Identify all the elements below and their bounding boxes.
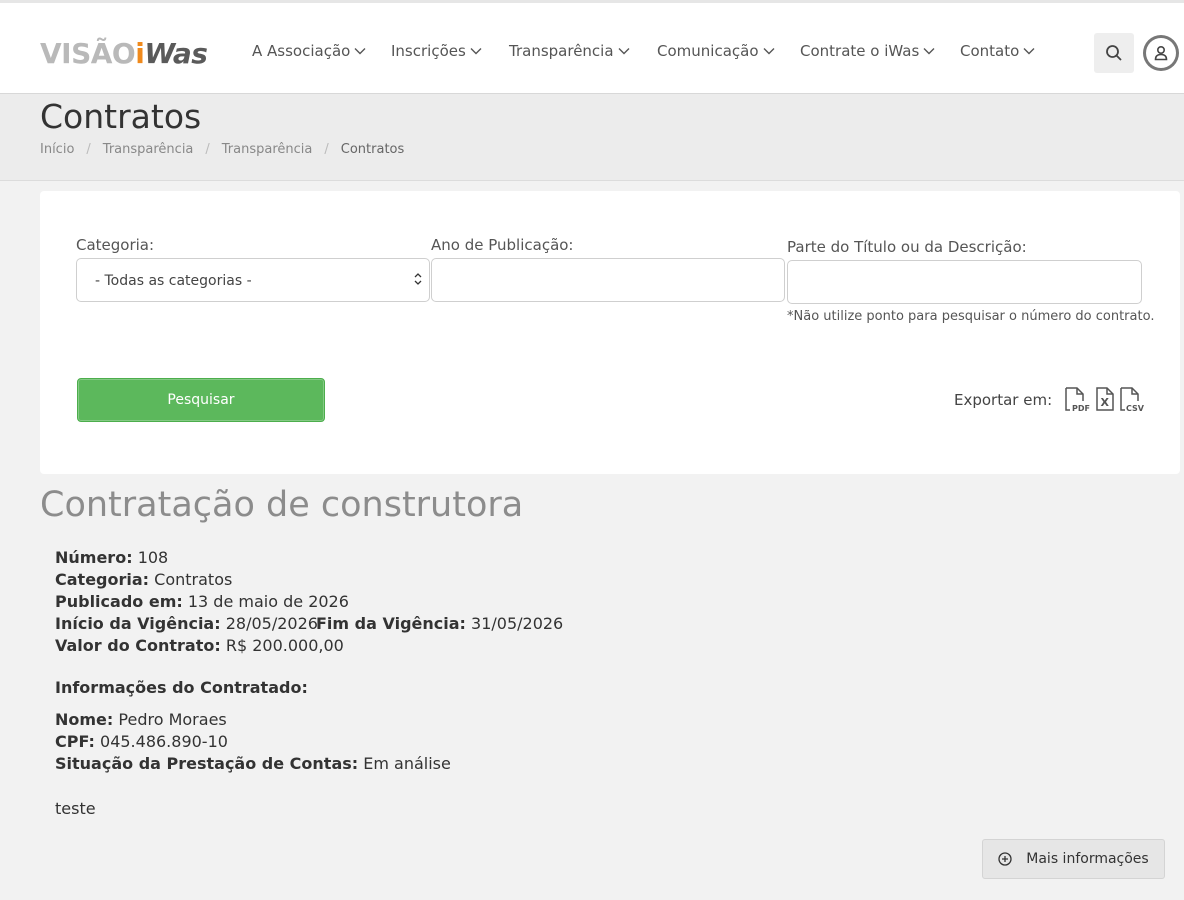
user-menu-button[interactable] bbox=[1143, 35, 1179, 71]
contract-fim: Fim da Vigência: 31/05/2026 bbox=[316, 614, 563, 633]
breadcrumb-separator: / bbox=[324, 142, 329, 157]
publicado-value: 13 de maio de 2026 bbox=[187, 592, 349, 611]
category-selected-value: - Todas as categorias - bbox=[95, 273, 252, 289]
export-xls-text: X bbox=[1101, 396, 1110, 409]
chevron-down-icon bbox=[923, 48, 935, 55]
categoria-label: Categoria: bbox=[55, 570, 150, 589]
logo-text-i: i bbox=[135, 37, 145, 70]
search-hint: *Não utilize ponto para pesquisar o núme… bbox=[787, 309, 1155, 324]
category-select[interactable]: - Todas as categorias - bbox=[76, 258, 430, 302]
contract-numero: Número: 108 bbox=[55, 548, 168, 567]
situacao-value: Em análise bbox=[363, 754, 451, 773]
nav-item-label: A Associação bbox=[252, 42, 351, 60]
contract-publicado: Publicado em: 13 de maio de 2026 bbox=[55, 592, 349, 611]
search-button[interactable] bbox=[1094, 33, 1134, 73]
nav-item-contrate[interactable]: Contrate o iWas bbox=[800, 42, 935, 60]
chevron-down-icon bbox=[1023, 48, 1035, 55]
contract-categoria: Categoria: Contratos bbox=[55, 570, 232, 589]
fim-label: Fim da Vigência: bbox=[316, 614, 466, 633]
contract-inicio: Início da Vigência: 28/05/2026 bbox=[55, 614, 318, 633]
category-label: Categoria: bbox=[76, 236, 155, 254]
nav-item-a-associacao[interactable]: A Associação bbox=[252, 42, 366, 60]
nav-item-comunicacao[interactable]: Comunicação bbox=[657, 42, 775, 60]
select-arrow-icon bbox=[414, 273, 422, 285]
nav-item-label: Comunicação bbox=[657, 42, 759, 60]
fim-value: 31/05/2026 bbox=[471, 614, 564, 633]
breadcrumb-inicio[interactable]: Início bbox=[40, 142, 74, 157]
categoria-value: Contratos bbox=[154, 570, 233, 589]
nav-item-inscricoes[interactable]: Inscrições bbox=[391, 42, 482, 60]
contratado-heading-text: Informações do Contratado: bbox=[55, 678, 308, 697]
chevron-down-icon bbox=[354, 48, 366, 55]
avatar bbox=[1146, 38, 1176, 68]
contract-valor: Valor do Contrato: R$ 200.000,00 bbox=[55, 636, 344, 655]
breadcrumb-transparencia-2[interactable]: Transparência bbox=[222, 142, 313, 157]
export-xls-icon[interactable]: X bbox=[1094, 386, 1116, 414]
chevron-down-icon bbox=[470, 48, 482, 55]
text-search-label: Parte do Título ou da Descrição: bbox=[787, 238, 1027, 256]
export-csv-text: CSV bbox=[1126, 404, 1145, 413]
more-info-button[interactable]: Mais informações bbox=[982, 839, 1165, 879]
search-icon bbox=[1106, 45, 1122, 61]
contratado-heading: Informações do Contratado: bbox=[55, 678, 308, 697]
publicado-label: Publicado em: bbox=[55, 592, 183, 611]
numero-value: 108 bbox=[137, 548, 169, 567]
inicio-label: Início da Vigência: bbox=[55, 614, 221, 633]
breadcrumb-transparencia[interactable]: Transparência bbox=[103, 142, 194, 157]
nav-item-contato[interactable]: Contato bbox=[960, 42, 1035, 60]
nav-item-label: Contato bbox=[960, 42, 1020, 60]
valor-label: Valor do Contrato: bbox=[55, 636, 221, 655]
chevron-down-icon bbox=[618, 48, 630, 55]
export-label: Exportar em: bbox=[954, 391, 1053, 409]
export-csv-icon[interactable]: CSV bbox=[1119, 386, 1147, 414]
valor-value: R$ 200.000,00 bbox=[225, 636, 344, 655]
nav-item-transparencia[interactable]: Transparência bbox=[509, 42, 630, 60]
breadcrumb-current: Contratos bbox=[340, 142, 405, 157]
logo-text-was: Was bbox=[144, 37, 208, 70]
year-label: Ano de Publicação: bbox=[431, 236, 574, 254]
user-icon bbox=[1154, 45, 1168, 61]
nome-label: Nome: bbox=[55, 710, 114, 729]
breadcrumb: Início / Transparência / Transparência /… bbox=[40, 142, 404, 157]
filter-panel bbox=[40, 191, 1180, 474]
plus-circle-icon bbox=[998, 852, 1012, 866]
contratado-cpf: CPF: 045.486.890-10 bbox=[55, 732, 228, 751]
site-logo[interactable]: VISÃO i Was bbox=[40, 37, 208, 70]
contract-title: Contratação de construtora bbox=[40, 485, 524, 525]
prestacao-situacao: Situação da Prestação de Contas: Em anál… bbox=[55, 754, 451, 773]
nav-item-label: Inscrições bbox=[391, 42, 466, 60]
search-submit-button[interactable]: Pesquisar bbox=[77, 378, 325, 422]
numero-label: Número: bbox=[55, 548, 133, 567]
breadcrumb-separator: / bbox=[86, 142, 91, 157]
export-pdf-text: PDF bbox=[1072, 404, 1090, 413]
logo-text-visao: VISÃO bbox=[40, 37, 136, 70]
export-pdf-icon[interactable]: PDF bbox=[1064, 386, 1090, 414]
contract-description: teste bbox=[55, 799, 96, 818]
inicio-value: 28/05/2026 bbox=[225, 614, 318, 633]
cpf-label: CPF: bbox=[55, 732, 95, 751]
more-info-label: Mais informações bbox=[1026, 851, 1149, 867]
top-strip bbox=[0, 0, 1184, 12]
cpf-value: 045.486.890-10 bbox=[100, 732, 228, 751]
year-input[interactable] bbox=[431, 258, 785, 302]
nome-value: Pedro Moraes bbox=[118, 710, 227, 729]
contratado-nome: Nome: Pedro Moraes bbox=[55, 710, 227, 729]
text-search-input[interactable] bbox=[787, 260, 1142, 304]
nav-item-label: Transparência bbox=[509, 42, 614, 60]
situacao-label: Situação da Prestação de Contas: bbox=[55, 754, 359, 773]
nav-item-label: Contrate o iWas bbox=[800, 42, 920, 60]
page-title: Contratos bbox=[40, 97, 202, 136]
breadcrumb-separator: / bbox=[205, 142, 210, 157]
chevron-down-icon bbox=[763, 48, 774, 55]
